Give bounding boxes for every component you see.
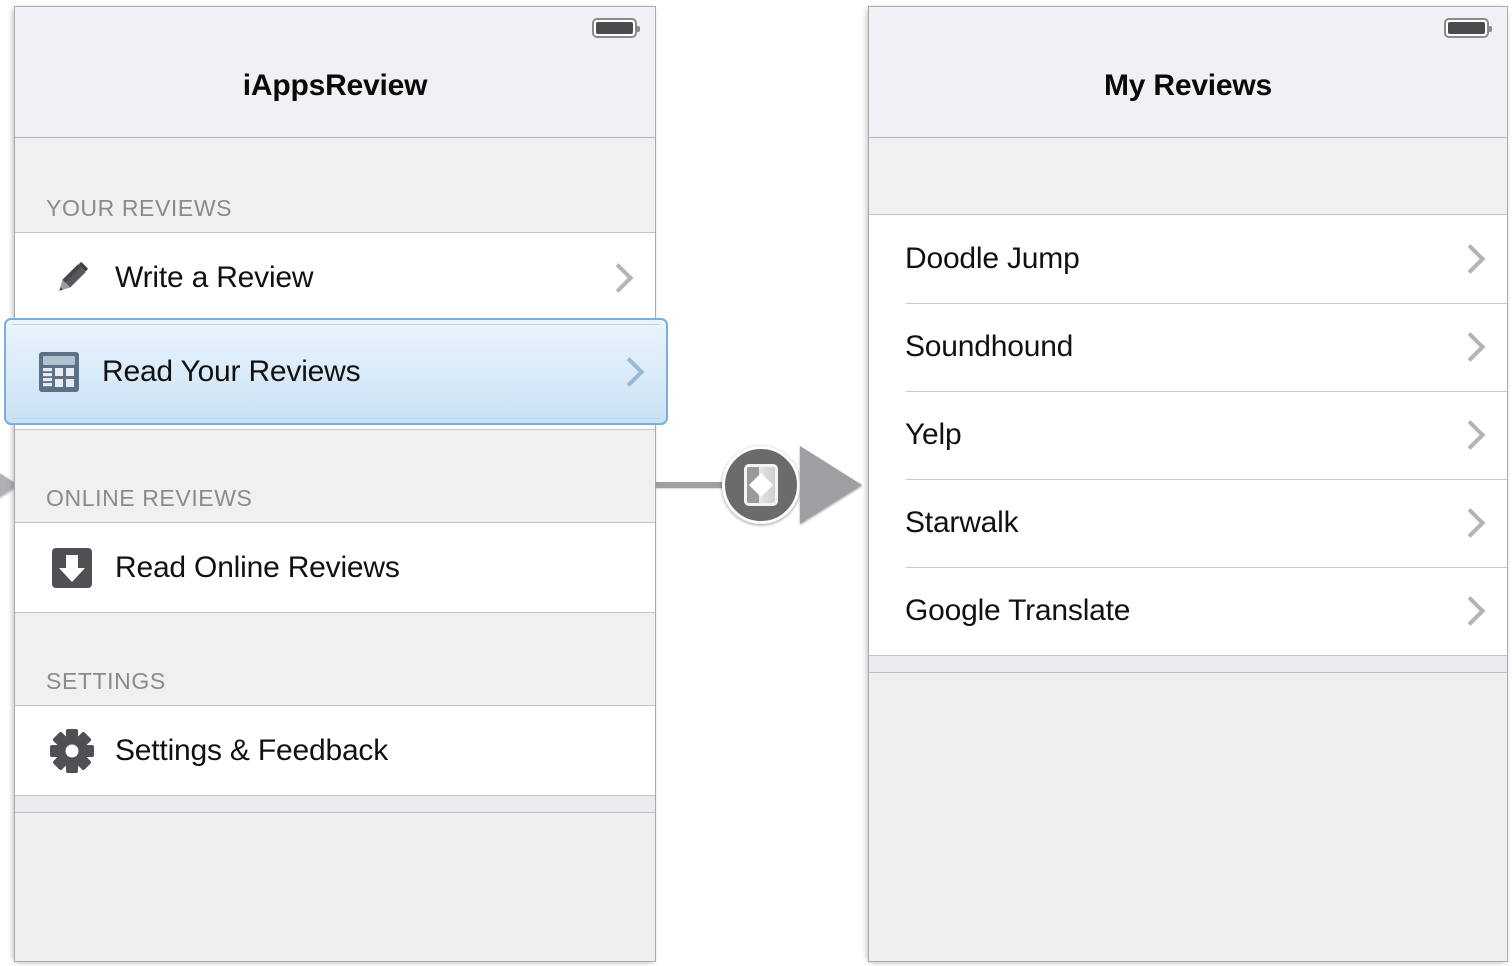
chevron-right-icon	[1455, 508, 1486, 538]
left-nav-title: iAppsReview	[242, 69, 428, 102]
right-nav-bar: My Reviews	[869, 7, 1507, 138]
chevron-right-icon	[1455, 244, 1486, 274]
right-table-empty-area	[869, 673, 1507, 961]
pencil-icon	[48, 254, 96, 302]
gear-icon	[48, 727, 96, 775]
chevron-right-icon	[1455, 332, 1486, 362]
scene-my-reviews[interactable]: My Reviews Doodle Jump Soundhound Yelp S…	[868, 6, 1508, 962]
row-label: Google Translate	[905, 594, 1131, 627]
row-label: Settings & Feedback	[115, 733, 389, 767]
row-label: Write a Review	[115, 260, 314, 294]
right-status-bar	[869, 7, 1507, 43]
table-row[interactable]: Google Translate	[869, 567, 1507, 655]
section-header-online-reviews: ONLINE REVIEWS	[15, 430, 655, 522]
table-row[interactable]: Doodle Jump	[869, 215, 1507, 303]
row-read-online-reviews[interactable]: Read Online Reviews	[15, 523, 655, 612]
left-table-empty-area	[15, 813, 655, 961]
chevron-right-icon	[1455, 596, 1486, 626]
row-label: Starwalk	[905, 506, 1019, 539]
row-label: Doodle Jump	[905, 242, 1080, 275]
right-table-footer-band	[869, 656, 1507, 673]
left-nav-bar: iAppsReview	[15, 7, 655, 138]
table-row[interactable]: Yelp	[869, 391, 1507, 479]
right-table-view[interactable]: Doodle Jump Soundhound Yelp Starwalk Goo…	[869, 138, 1507, 961]
left-table-view[interactable]: YOUR REVIEWS Write a Review ONLINE REVIE…	[15, 138, 655, 961]
left-table-footer-band	[15, 796, 655, 813]
download-arrow-icon	[48, 544, 96, 592]
right-row-group: Doodle Jump Soundhound Yelp Starwalk Goo…	[869, 214, 1507, 656]
section-header-empty	[869, 138, 1507, 214]
section-header-your-reviews: YOUR REVIEWS	[15, 138, 655, 232]
chevron-right-icon	[1455, 420, 1486, 450]
row-write-a-review[interactable]: Write a Review	[15, 233, 655, 322]
row-settings-and-feedback[interactable]: Settings & Feedback	[15, 706, 655, 795]
row-label: Soundhound	[905, 330, 1074, 363]
right-nav-title: My Reviews	[1103, 69, 1273, 102]
row-label: Yelp	[905, 418, 962, 451]
table-row[interactable]: Starwalk	[869, 479, 1507, 567]
battery-full-icon	[592, 18, 640, 38]
storyboard-canvas: iAppsReview YOUR REVIEWS Write a Review …	[0, 0, 1512, 966]
row-label: Read Online Reviews	[115, 550, 400, 584]
show-detail-segue-icon[interactable]	[722, 446, 800, 524]
battery-full-icon	[1444, 18, 1492, 38]
left-row-group-online-reviews: Read Online Reviews	[15, 522, 655, 613]
chevron-right-icon	[603, 262, 634, 293]
segue-arrow-head	[800, 446, 862, 524]
row-read-your-reviews[interactable]	[15, 322, 655, 429]
table-row[interactable]: Soundhound	[869, 303, 1507, 391]
scene-iappsreview[interactable]: iAppsReview YOUR REVIEWS Write a Review …	[14, 6, 656, 962]
section-header-settings: SETTINGS	[15, 613, 655, 705]
left-row-group-your-reviews: Write a Review	[15, 232, 655, 430]
left-row-group-settings: Settings & Feedback	[15, 705, 655, 796]
left-status-bar	[15, 7, 655, 43]
